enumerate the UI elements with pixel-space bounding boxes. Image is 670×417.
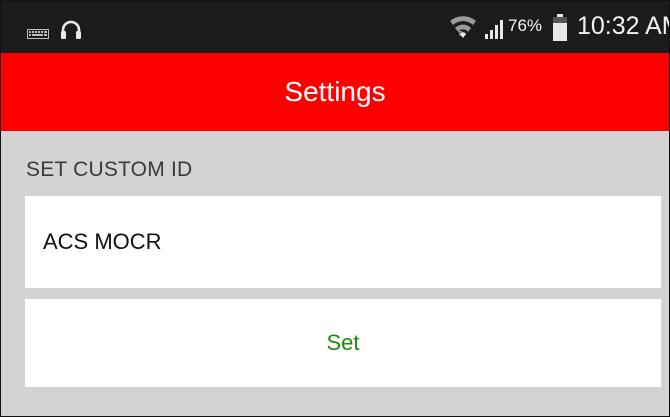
app-bar: Settings — [1, 53, 669, 131]
keyboard-icon — [27, 26, 49, 44]
section-label-custom-id: SET CUSTOM ID — [26, 158, 193, 181]
svg-text:⇅: ⇅ — [458, 31, 464, 38]
battery-icon — [552, 14, 568, 47]
signal-icon — [484, 16, 508, 45]
phone-screen: ⇅ 76% 10:32 AM Settings SET CUSTOM ID Se… — [0, 0, 670, 417]
wifi-icon: ⇅ — [449, 14, 477, 45]
custom-id-field[interactable] — [25, 196, 661, 288]
status-clock: 10:32 AM — [577, 12, 669, 40]
page-title: Settings — [284, 76, 386, 107]
headphones-icon — [60, 20, 82, 45]
set-button[interactable]: Set — [25, 299, 661, 387]
battery-percentage: 76% — [508, 16, 543, 35]
status-bar: ⇅ 76% 10:32 AM — [1, 1, 669, 53]
